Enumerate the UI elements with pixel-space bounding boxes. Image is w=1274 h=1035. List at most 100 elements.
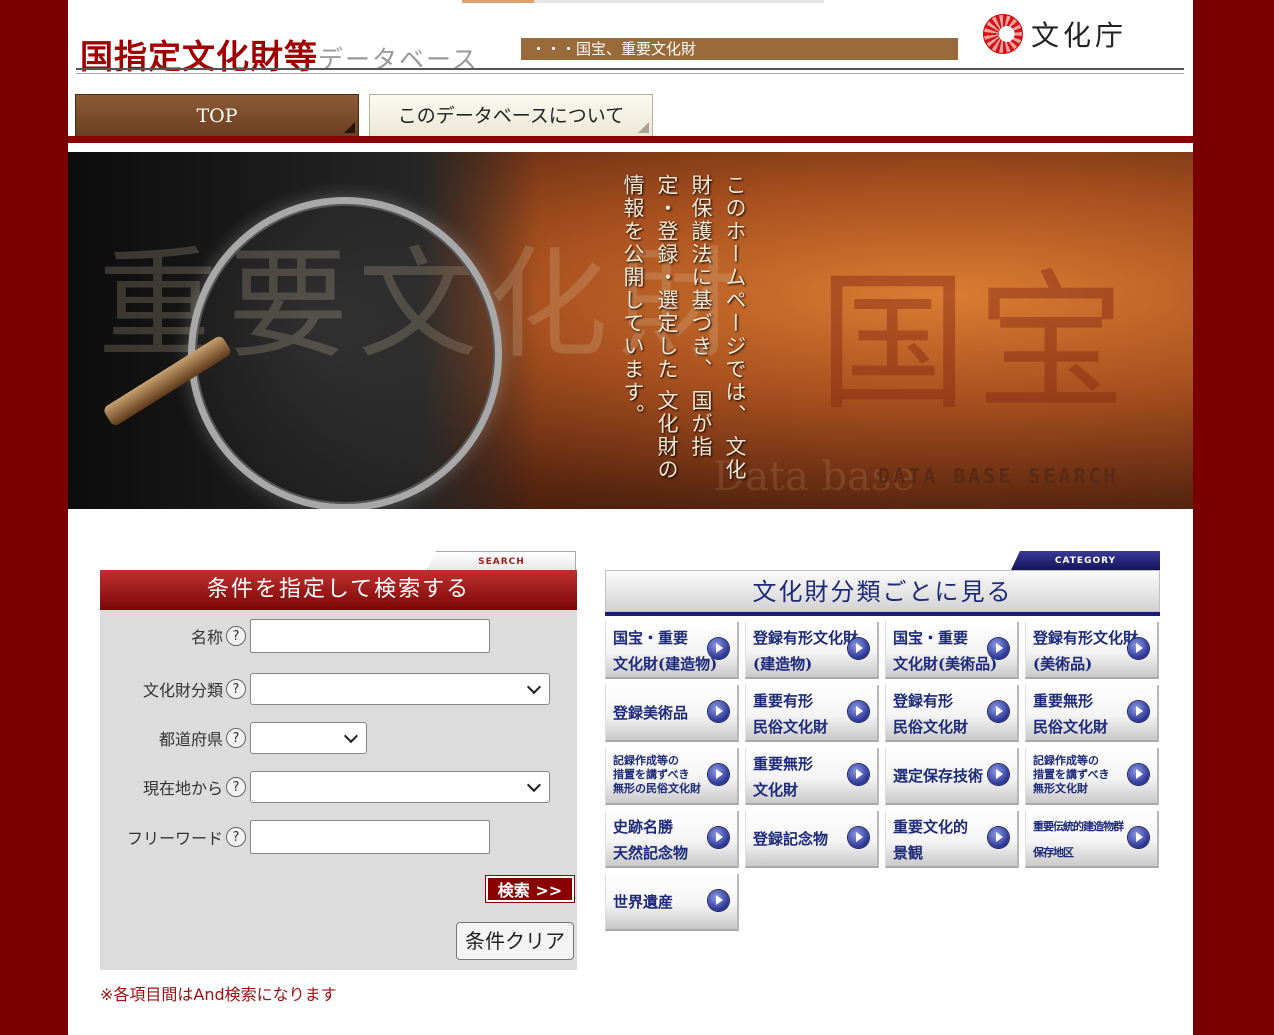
prefecture-select[interactable]	[250, 722, 367, 754]
help-icon[interactable]: ?	[226, 777, 246, 797]
field-row-location: 現在地から ?	[100, 771, 550, 803]
category-label: 登録記念物	[753, 830, 829, 848]
name-input[interactable]	[250, 619, 490, 653]
tab-top[interactable]: TOP	[75, 94, 359, 136]
category-button[interactable]: 記録作成等の 措置を講ずべき 無形の民俗文化財	[605, 748, 739, 805]
top-accent-bar	[462, 0, 534, 3]
magnifier-lens-icon	[188, 197, 502, 509]
freeword-input[interactable]	[250, 820, 490, 854]
page: 国指定文化財等データベース ・・・国宝、重要文化財 文化庁 TOP このデータベ…	[68, 0, 1193, 1035]
search-heading: 条件を指定して検索する	[100, 570, 577, 610]
help-icon[interactable]: ?	[226, 679, 246, 699]
category-button[interactable]: 重要無形 文化財	[745, 748, 879, 805]
arrow-right-icon	[988, 764, 1009, 785]
site-title-main: 国指定文化財等	[80, 37, 318, 76]
category-label: 記録作成等の 措置を講ずべき 無形文化財	[1033, 754, 1110, 795]
category-label: 重要無形 民俗文化財	[1033, 692, 1109, 736]
category-label: 重要無形 文化財	[753, 755, 814, 799]
category-button[interactable]: 史跡名勝 天然記念物	[605, 811, 739, 868]
arrow-right-icon	[708, 827, 729, 848]
category-button[interactable]: 重要無形 民俗文化財	[1025, 685, 1159, 742]
search-tag: SEARCH	[427, 551, 576, 570]
field-row-name: 名称 ?	[100, 619, 490, 653]
help-icon[interactable]: ?	[226, 728, 246, 748]
category-button[interactable]: 重要伝統的建造物群 保存地区	[1025, 811, 1159, 868]
clear-button[interactable]: 条件クリア	[456, 922, 574, 960]
tab-corner-icon	[344, 122, 355, 133]
hero-banner: 国宝 重要文化財 このホームページでは、 文化財保護法に基づき、 国が指定・登録…	[68, 152, 1193, 509]
arrow-right-icon	[988, 638, 1009, 659]
category-label: 重要伝統的建造物群 保存地区	[1033, 820, 1124, 859]
category-button[interactable]: 選定保存技術	[885, 748, 1019, 805]
category-button[interactable]: 重要有形 民俗文化財	[745, 685, 879, 742]
agency-logo-mark-icon	[983, 14, 1023, 54]
location-select[interactable]	[250, 771, 550, 803]
tab-underline	[68, 136, 1193, 143]
arrow-right-icon	[708, 764, 729, 785]
category-button[interactable]: 世界遺産	[605, 874, 739, 931]
field-label: 文化財分類	[142, 681, 223, 700]
arrow-right-icon	[1128, 638, 1149, 659]
field-label: 現在地から	[142, 779, 223, 798]
chevron-down-icon	[526, 777, 542, 793]
category-button[interactable]: 登録有形文化財 (美術品)	[1025, 622, 1159, 679]
hero-bg-kokuho: 国宝	[818, 257, 1135, 431]
category-label: 重要文化的 景観	[893, 818, 969, 862]
arrow-right-icon	[988, 827, 1009, 848]
category-button[interactable]: 国宝・重要 文化財(建造物)	[605, 622, 739, 679]
category-tag: CATEGORY	[1011, 551, 1160, 570]
category-label: 国宝・重要 文化財(建造物)	[613, 629, 718, 673]
chevron-down-icon	[343, 728, 359, 744]
help-icon[interactable]: ?	[226, 827, 246, 847]
arrow-right-icon	[848, 638, 869, 659]
site-title[interactable]: 国指定文化財等データベース	[80, 30, 479, 78]
category-select[interactable]	[250, 673, 550, 705]
chevron-down-icon	[526, 679, 542, 695]
arrow-right-icon	[708, 638, 729, 659]
category-label: 登録美術品	[613, 704, 689, 722]
category-label: 登録有形 民俗文化財	[893, 692, 969, 736]
arrow-right-icon	[988, 701, 1009, 722]
category-label: 史跡名勝 天然記念物	[613, 818, 689, 862]
search-button[interactable]: 検索 >>	[485, 875, 575, 903]
tab-about-label: このデータベースについて	[397, 105, 625, 127]
category-label: 登録有形文化財 (美術品)	[1033, 629, 1139, 673]
category-label: 記録作成等の 措置を講ずべき 無形の民俗文化財	[613, 754, 701, 795]
title-band: ・・・国宝、重要文化財	[521, 38, 958, 60]
category-button[interactable]: 登録美術品	[605, 685, 739, 742]
field-label: 名称	[190, 628, 223, 647]
arrow-right-icon	[848, 827, 869, 848]
agency-logo[interactable]: 文化庁	[983, 14, 1127, 54]
arrow-right-icon	[708, 890, 729, 911]
category-label: 国宝・重要 文化財(美術品)	[893, 629, 998, 673]
category-heading: 文化財分類ごとに見る	[605, 570, 1160, 612]
search-form: 名称 ? 文化財分類 ? 都道府県 ? 現在地から ? フリーワード ? 検索 …	[100, 610, 577, 970]
category-label: 登録有形文化財 (建造物)	[753, 629, 859, 673]
category-button[interactable]: 国宝・重要 文化財(美術品)	[885, 622, 1019, 679]
top-gray-bar	[534, 0, 824, 3]
tab-about[interactable]: このデータベースについて	[369, 94, 653, 136]
category-button[interactable]: 登録有形 民俗文化財	[885, 685, 1019, 742]
category-label: 重要有形 民俗文化財	[753, 692, 829, 736]
field-row-category: 文化財分類 ?	[100, 673, 550, 705]
arrow-right-icon	[1128, 827, 1149, 848]
tab-corner-icon	[638, 122, 649, 133]
help-icon[interactable]: ?	[226, 626, 246, 646]
header-rule-thin	[76, 73, 1184, 74]
field-label: 都道府県	[158, 730, 223, 749]
tab-top-label: TOP	[196, 105, 238, 127]
category-button[interactable]: 登録有形文化財 (建造物)	[745, 622, 879, 679]
category-button[interactable]: 記録作成等の 措置を講ずべき 無形文化財	[1025, 748, 1159, 805]
agency-logo-text: 文化庁	[1031, 19, 1128, 52]
arrow-right-icon	[708, 701, 729, 722]
category-button[interactable]: 登録記念物	[745, 811, 879, 868]
category-button[interactable]: 重要文化的 景観	[885, 811, 1019, 868]
search-note: ※各項目間はAnd検索になります	[100, 985, 337, 1004]
hero-caption: DATA BASE SEARCH	[878, 464, 1119, 488]
category-label: 世界遺産	[613, 893, 674, 911]
field-label: フリーワード	[126, 829, 223, 848]
field-row-prefecture: 都道府県 ?	[100, 722, 367, 754]
category-label: 選定保存技術	[893, 767, 984, 785]
category-underline	[605, 612, 1160, 616]
arrow-right-icon	[1128, 764, 1149, 785]
